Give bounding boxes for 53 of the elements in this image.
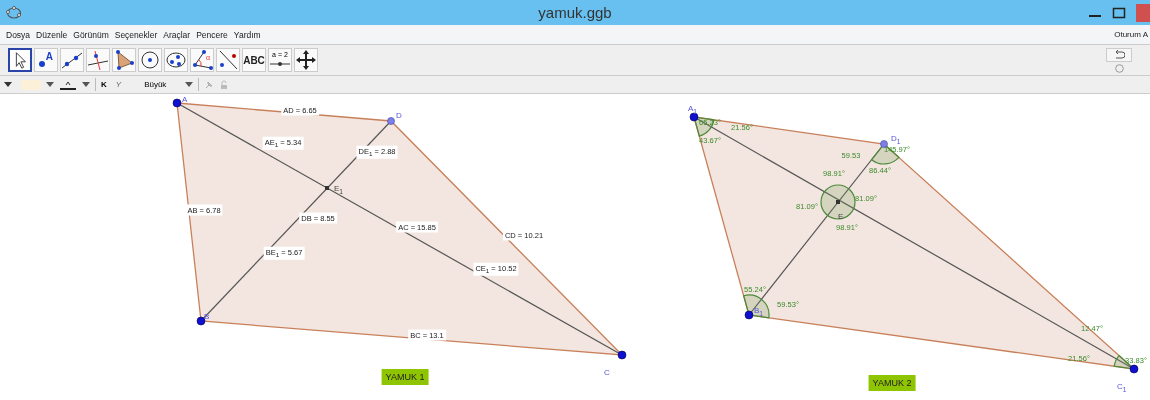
point[interactable] [689, 112, 699, 122]
point-label: A [182, 95, 188, 104]
polygon-icon [113, 49, 135, 71]
point-label: E [838, 212, 844, 221]
slider-icon [269, 61, 291, 67]
toggle-icon[interactable] [4, 81, 12, 88]
menu-item[interactable]: Araçlar [163, 29, 191, 40]
tool-button[interactable] [8, 48, 32, 72]
caret-icon[interactable] [46, 82, 54, 87]
figure-caption: YAMUK 1 [381, 369, 429, 385]
circle-icon [139, 49, 161, 71]
menu-item[interactable]: Dosya [6, 29, 31, 40]
point-label: C [604, 368, 610, 377]
point-label: D [396, 111, 402, 120]
point-label: E$_{1}$ [334, 184, 344, 195]
maximize-icon[interactable] [1112, 5, 1126, 20]
session-link[interactable]: Oturum A [1114, 30, 1148, 39]
menu-item[interactable]: Düzenle [36, 29, 68, 40]
window-title: yamuk.ggb [538, 4, 612, 21]
point[interactable] [196, 316, 206, 326]
point[interactable] [1129, 364, 1139, 374]
point-label: C$_{1}$ [1117, 382, 1127, 393]
angle-arc [820, 184, 856, 220]
font-size-dropdown[interactable]: Büyük [144, 80, 167, 89]
tool-button[interactable]: A [34, 48, 58, 72]
move-arrows-icon [295, 49, 317, 71]
tool-button[interactable]: ABC [242, 48, 266, 72]
point[interactable] [744, 310, 754, 320]
italic-button[interactable]: Y [115, 80, 122, 89]
line-style-icon[interactable] [59, 79, 77, 90]
point[interactable] [617, 350, 627, 360]
caret-icon[interactable] [185, 82, 194, 87]
menu-item[interactable]: Görünüm [73, 29, 109, 40]
figure-caption: YAMUK 2 [868, 375, 916, 391]
ellipse-icon [165, 49, 187, 71]
app-logo-icon [6, 5, 22, 20]
angle-icon [191, 49, 213, 71]
point-label: B$_{1}$ [754, 306, 764, 317]
point-label: B [204, 312, 210, 321]
point[interactable] [172, 98, 182, 108]
bold-button[interactable]: K [101, 80, 107, 89]
menu-item[interactable]: Yardım [233, 29, 261, 40]
menu-item[interactable]: Seçenekler [114, 29, 158, 40]
point-icon [39, 61, 45, 67]
angle-arc [743, 294, 770, 319]
perpendicular-line-icon [87, 49, 109, 71]
caret-icon[interactable] [82, 82, 90, 87]
undo-button[interactable] [1106, 47, 1132, 62]
reflect-icon [217, 49, 239, 71]
menu-item[interactable]: Pencere [196, 29, 228, 40]
point-label: D$_{1}$ [891, 134, 901, 145]
undo-icon [1113, 49, 1125, 60]
point-label: A$_{1}$ [688, 104, 698, 115]
